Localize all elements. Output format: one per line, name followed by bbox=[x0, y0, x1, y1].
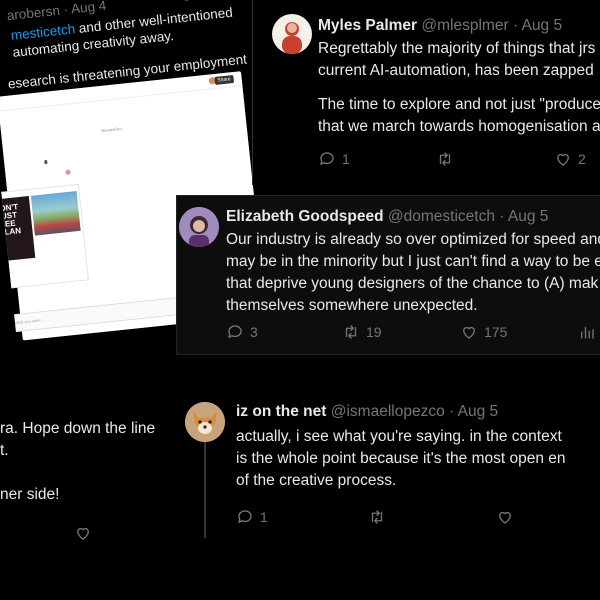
poster-image: DON'T JUST SEE MILAN bbox=[0, 196, 36, 263]
reply-button[interactable]: 1 bbox=[318, 150, 436, 168]
heart-icon bbox=[74, 524, 92, 542]
tweet-text-line: is the whole point because it's the most… bbox=[236, 450, 566, 467]
author-handle[interactable]: arobersn bbox=[6, 3, 61, 23]
tweet-text-line: ner side! bbox=[0, 486, 60, 503]
author-handle[interactable]: @domesticetch bbox=[388, 208, 495, 225]
cursor-icon bbox=[44, 159, 48, 165]
city-image bbox=[30, 191, 81, 236]
reply-count: 3 bbox=[250, 324, 258, 340]
author-name[interactable]: Myles Palmer bbox=[318, 17, 417, 34]
heart-icon bbox=[496, 508, 514, 526]
reply-icon bbox=[318, 150, 336, 168]
avatar[interactable] bbox=[272, 14, 312, 54]
tweet-text-line: of the creative process. bbox=[236, 472, 397, 489]
tweet-text-line: The time to explore and not just "produc… bbox=[318, 96, 600, 113]
tweet-text-line: themselves somewhere unexpected. bbox=[226, 297, 478, 314]
author-handle[interactable]: @mlesplmer bbox=[421, 17, 508, 34]
avatar[interactable] bbox=[179, 207, 219, 247]
reply-count: 1 bbox=[260, 509, 268, 525]
reply-button[interactable]: 3 bbox=[226, 323, 342, 341]
grok-icon[interactable] bbox=[179, 0, 194, 3]
poster-line: MILAN bbox=[0, 226, 22, 238]
tweet-text-line: current AI-automation, has been zapped bbox=[318, 62, 594, 79]
tweet-text-line: that we march towards homogenisation a bbox=[318, 118, 600, 135]
retweet-button[interactable] bbox=[368, 508, 496, 526]
tweet-text-line: actually, i see what you're saying. in t… bbox=[236, 428, 562, 445]
like-button[interactable] bbox=[74, 524, 92, 542]
like-button[interactable] bbox=[496, 508, 514, 526]
tweet-text-line: t. bbox=[0, 442, 9, 459]
tweet-card-iz-on-the-net[interactable]: iz on the net @ismaellopezco · Aug 5 act… bbox=[180, 378, 600, 538]
divider bbox=[252, 0, 253, 185]
tweet-text-line: Our industry is already so over optimize… bbox=[226, 231, 600, 248]
retweet-icon bbox=[368, 508, 386, 526]
analytics-icon bbox=[578, 323, 596, 341]
marker-icon bbox=[65, 169, 71, 176]
screenshot-heading: NeurosGen bbox=[101, 125, 122, 134]
tweet-date[interactable]: Aug 5 bbox=[522, 17, 563, 34]
reply-count: 1 bbox=[342, 151, 350, 167]
avatar[interactable] bbox=[185, 402, 225, 442]
reply-icon bbox=[226, 323, 244, 341]
tweet-date[interactable]: Aug 4 bbox=[70, 0, 107, 17]
tweet-card-elizabeth-goodspeed[interactable]: Elizabeth Goodspeed @domesticetch · Aug … bbox=[176, 195, 600, 355]
views-button[interactable] bbox=[578, 323, 596, 341]
tweet-text-line: that deprive young designers of the chan… bbox=[226, 275, 599, 292]
tweet-text-line: ra. Hope down the line bbox=[0, 420, 156, 437]
author-name[interactable]: iz on the net bbox=[236, 403, 326, 420]
retweet-icon bbox=[436, 150, 454, 168]
author-name[interactable]: Elizabeth Goodspeed bbox=[226, 208, 384, 225]
like-button[interactable]: 2 bbox=[554, 150, 586, 168]
retweet-button[interactable]: 19 bbox=[342, 323, 460, 341]
generated-image-card: DON'T JUST SEE MILAN bbox=[0, 183, 89, 291]
like-count: 2 bbox=[578, 151, 586, 167]
tweet-date[interactable]: Aug 5 bbox=[508, 208, 549, 225]
heart-icon bbox=[460, 323, 478, 341]
like-button[interactable]: 175 bbox=[460, 323, 578, 341]
thread-line bbox=[204, 438, 206, 538]
reply-button[interactable]: 1 bbox=[236, 508, 368, 526]
author-handle[interactable]: @ismaellopezco bbox=[331, 403, 445, 420]
tweet-text-line: Regrettably the majority of things that … bbox=[318, 40, 596, 57]
like-count: 175 bbox=[484, 324, 508, 340]
heart-icon bbox=[554, 150, 572, 168]
reply-icon bbox=[236, 508, 254, 526]
tweet-date[interactable]: Aug 5 bbox=[458, 403, 499, 420]
tweet-card-bottom-left[interactable]: ra. Hope down the line t. ner side! bbox=[0, 378, 176, 548]
prompt-placeholder: Describe what you want... bbox=[0, 317, 44, 327]
retweet-icon bbox=[342, 323, 360, 341]
retweet-button[interactable] bbox=[436, 150, 554, 168]
tweet-text-line: may be in the minority but I just can't … bbox=[226, 253, 600, 270]
tweet-card-myles-palmer[interactable]: Myles Palmer @mlesplmer · Aug 5 Regretta… bbox=[252, 0, 600, 185]
retweet-count: 19 bbox=[366, 324, 382, 340]
